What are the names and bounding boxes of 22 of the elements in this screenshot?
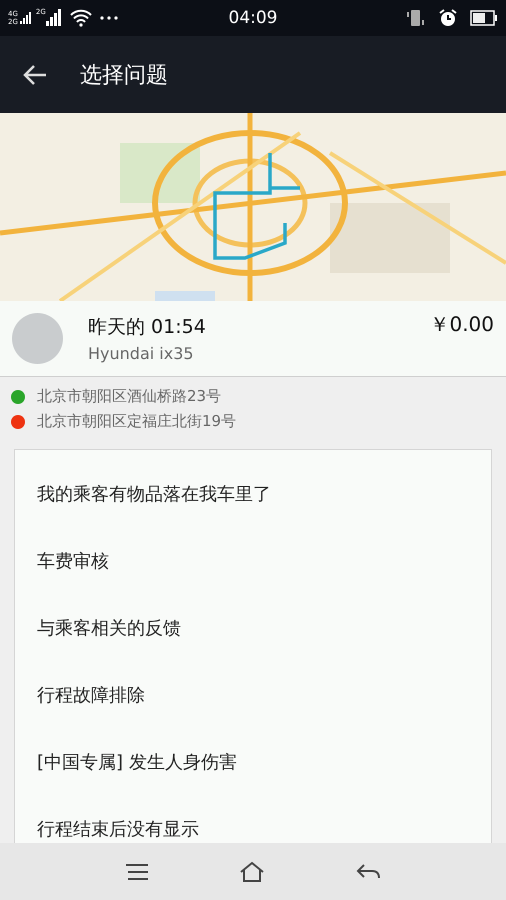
alarm-icon bbox=[438, 8, 458, 28]
screen-title: 选择问题 bbox=[80, 62, 168, 90]
vehicle-name: Hyundai ix35 bbox=[88, 344, 195, 363]
signal-icon bbox=[46, 9, 62, 27]
issue-item[interactable]: 车费审核 bbox=[15, 527, 491, 594]
issue-item[interactable]: [中国专属] 发生人身伤害 bbox=[15, 728, 491, 795]
issue-item[interactable]: 我的乘客有物品落在我车里了 bbox=[15, 460, 491, 527]
more-icon bbox=[100, 16, 118, 20]
trip-time: 昨天的 01:54 bbox=[88, 315, 207, 340]
battery-icon bbox=[470, 10, 498, 26]
back-button[interactable] bbox=[22, 64, 48, 86]
vibrate-icon bbox=[406, 8, 426, 28]
driver-avatar bbox=[12, 313, 63, 364]
wifi-icon bbox=[70, 9, 92, 27]
signal-icon bbox=[20, 11, 32, 25]
issue-item[interactable]: 与乘客相关的反馈 bbox=[15, 594, 491, 661]
stop-address: 北京市朝阳区酒仙桥路23号 bbox=[37, 387, 222, 406]
issue-item[interactable]: 行程结束后没有显示 bbox=[15, 795, 491, 843]
issue-item[interactable]: 行程故障排除 bbox=[15, 661, 491, 728]
trip-fare: ￥0.00 bbox=[429, 311, 494, 338]
status-time: 04:09 bbox=[228, 8, 278, 28]
stop-address: 北京市朝阳区定福庄北街19号 bbox=[37, 412, 236, 431]
